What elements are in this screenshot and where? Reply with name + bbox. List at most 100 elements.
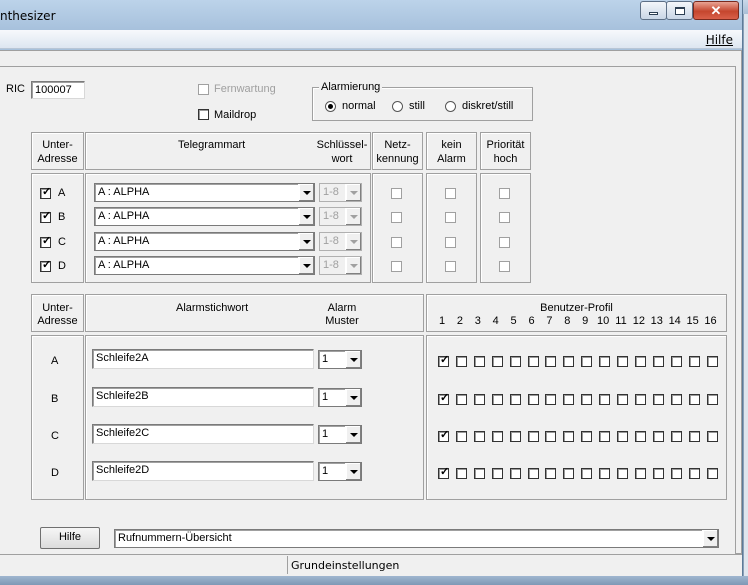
profile-checkbox[interactable] [599,394,611,405]
chevron-down-icon[interactable] [702,530,718,547]
chevron-down-icon[interactable] [298,233,314,250]
profile-checkbox[interactable] [617,394,628,405]
profile-checkbox[interactable] [670,356,682,367]
close-button[interactable]: ✕ [693,1,739,20]
profile-checkbox[interactable] [617,431,628,442]
prioritaet-checkbox[interactable] [499,237,510,248]
alarmstichwort-input[interactable]: Schleife2B [92,387,314,407]
profile-checkbox[interactable] [455,356,467,367]
profile-checkbox[interactable]: ✓ [438,466,449,479]
profile-checkbox[interactable] [491,468,503,479]
help-button[interactable]: Hilfe [40,527,100,549]
profile-checkbox[interactable] [545,431,557,442]
profile-checkbox[interactable] [545,468,557,479]
schluesselwort-dropdown[interactable]: 1-8 [319,207,362,226]
alarmstichwort-input[interactable]: Schleife2A [92,349,314,369]
chevron-down-icon[interactable] [345,389,361,406]
chevron-down-icon[interactable] [298,257,314,274]
profile-checkbox[interactable] [563,394,575,405]
telegrammart-dropdown[interactable]: A : ALPHA [94,207,315,226]
netzkennung-checkbox[interactable] [391,237,402,248]
prioritaet-checkbox[interactable] [499,212,510,223]
profile-checkbox[interactable] [652,356,664,367]
profile-checkbox[interactable] [670,431,682,442]
radio-diskret-still[interactable] [445,101,456,112]
alarm-muster-dropdown[interactable]: 1 [318,350,362,369]
menu-item-hilfe[interactable]: Hilfe [706,33,733,47]
alarm-muster-dropdown[interactable]: 1 [318,425,362,444]
profile-checkbox[interactable] [670,394,682,405]
profile-checkbox[interactable] [509,356,521,367]
address-enabled-checkbox[interactable]: ✓ [40,210,51,223]
schluesselwort-dropdown[interactable]: 1-8 [319,232,362,251]
profile-checkbox[interactable] [706,356,718,367]
profile-checkbox[interactable] [688,394,700,405]
profile-checkbox[interactable] [527,468,539,479]
profile-checkbox[interactable] [491,431,503,442]
profile-checkbox[interactable]: ✓ [438,354,449,367]
profile-checkbox[interactable] [527,431,539,442]
kein-alarm-checkbox[interactable] [445,212,456,223]
netzkennung-checkbox[interactable] [391,188,402,199]
profile-checkbox[interactable] [527,394,539,405]
telegrammart-dropdown[interactable]: A : ALPHA [94,232,315,251]
profile-checkbox[interactable]: ✓ [438,429,449,442]
profile-checkbox[interactable] [652,431,664,442]
chevron-down-icon[interactable] [345,184,361,201]
prioritaet-checkbox[interactable] [499,188,510,199]
address-enabled-checkbox[interactable]: ✓ [40,259,51,272]
profile-checkbox[interactable] [652,468,664,479]
profile-checkbox[interactable] [688,356,700,367]
profile-checkbox[interactable] [581,394,593,405]
chevron-down-icon[interactable] [345,463,361,480]
profile-checkbox[interactable] [688,468,700,479]
profile-checkbox[interactable] [581,356,593,367]
profile-checkbox[interactable] [491,394,503,405]
alarmstichwort-input[interactable]: Schleife2D [92,461,314,481]
schluesselwort-dropdown[interactable]: 1-8 [319,256,362,275]
chevron-down-icon[interactable] [345,208,361,225]
profile-checkbox[interactable] [509,394,521,405]
profile-checkbox[interactable] [473,468,485,479]
maildrop-checkbox[interactable] [198,109,209,120]
alarmstichwort-input[interactable]: Schleife2C [92,424,314,444]
alarm-muster-dropdown[interactable]: 1 [318,462,362,481]
chevron-down-icon[interactable] [345,233,361,250]
profile-checkbox[interactable] [545,356,557,367]
netzkennung-checkbox[interactable] [391,261,402,272]
kein-alarm-checkbox[interactable] [445,237,456,248]
ric-input[interactable]: 100007 [31,81,85,99]
profile-checkbox[interactable] [617,468,628,479]
alarm-muster-dropdown[interactable]: 1 [318,388,362,407]
radio-still[interactable] [392,101,403,112]
profile-checkbox[interactable] [455,431,467,442]
profile-checkbox[interactable] [706,468,718,479]
fernwartung-checkbox[interactable] [198,84,209,95]
profile-checkbox[interactable] [617,356,628,367]
kein-alarm-checkbox[interactable] [445,188,456,199]
address-enabled-checkbox[interactable]: ✓ [40,235,51,248]
prioritaet-checkbox[interactable] [499,261,510,272]
profile-checkbox[interactable] [634,431,646,442]
profile-checkbox[interactable] [509,468,521,479]
kein-alarm-checkbox[interactable] [445,261,456,272]
chevron-down-icon[interactable] [298,184,314,201]
address-enabled-checkbox[interactable]: ✓ [40,186,51,199]
chevron-down-icon[interactable] [345,257,361,274]
profile-checkbox[interactable] [473,356,485,367]
profile-checkbox[interactable] [509,431,521,442]
profile-checkbox[interactable] [706,431,718,442]
profile-checkbox[interactable] [491,356,503,367]
telegrammart-dropdown[interactable]: A : ALPHA [94,256,315,275]
profile-checkbox[interactable] [545,394,557,405]
minimize-button[interactable] [640,1,667,20]
chevron-down-icon[interactable] [345,351,361,368]
profile-checkbox[interactable] [599,468,611,479]
maximize-button[interactable] [666,1,693,20]
profile-checkbox[interactable] [581,431,593,442]
netzkennung-checkbox[interactable] [391,212,402,223]
profile-checkbox[interactable] [670,468,682,479]
rufnummern-uebersicht-dropdown[interactable]: Rufnummern-Übersicht [114,529,719,548]
profile-checkbox[interactable] [473,431,485,442]
profile-checkbox[interactable] [634,468,646,479]
